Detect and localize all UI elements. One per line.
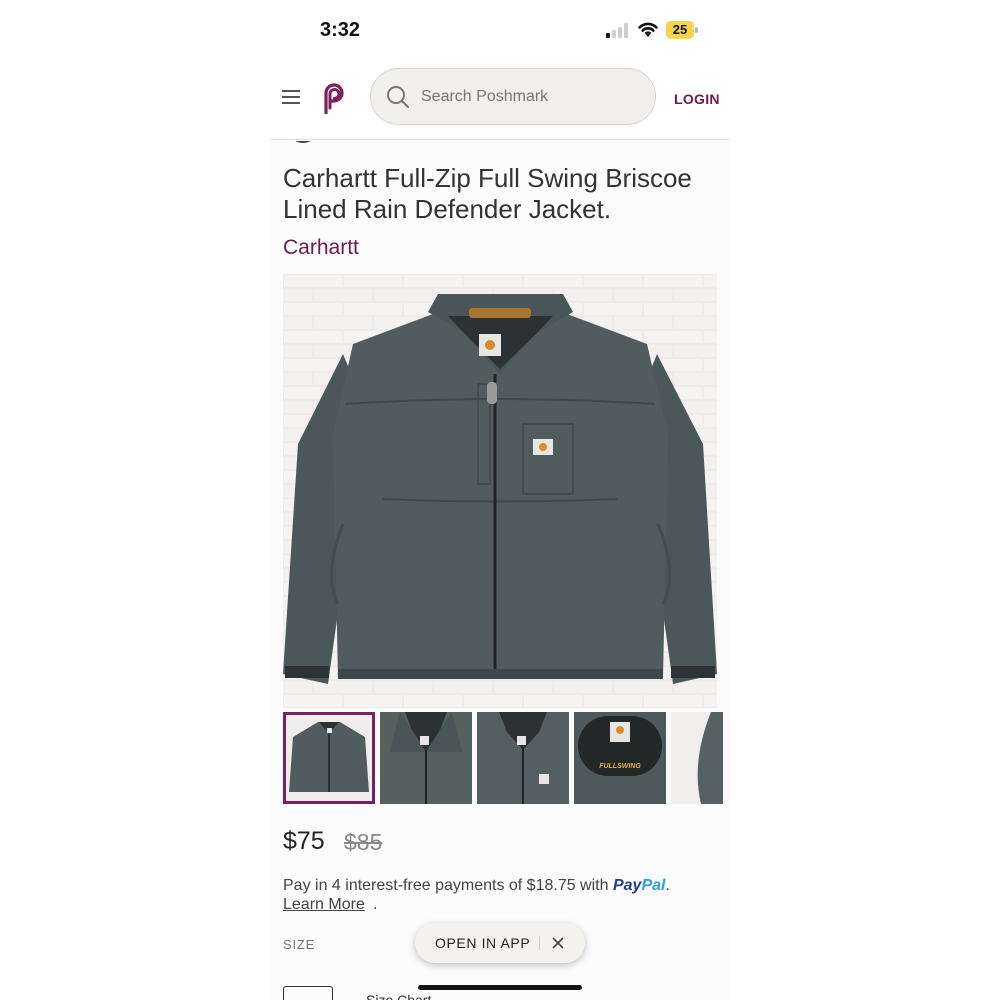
size-option[interactable] (283, 986, 333, 1000)
app-screen: 3:32 25 LOGIN Carhartt (0, 0, 1000, 1000)
installment-info: Pay in 4 interest-free payments of $18.7… (283, 877, 670, 894)
installment-text: Pay in 4 interest-free payments of $18.7… (283, 877, 609, 894)
listing-content: Carhartt Full-Zip Full Swing Briscoe Lin… (270, 141, 730, 1000)
learn-more-link[interactable]: Learn More (283, 896, 365, 914)
cellular-signal-icon (606, 23, 630, 38)
listing-title: Carhartt Full-Zip Full Swing Briscoe Lin… (283, 163, 692, 224)
photo-thumbnails: FULLSWING (283, 712, 723, 804)
seller-avatar[interactable] (288, 141, 318, 143)
original-price: $85 (344, 829, 383, 855)
search-icon (387, 86, 410, 109)
close-icon[interactable] (551, 936, 565, 950)
current-price: $75 (283, 827, 325, 855)
thumbnail-3[interactable] (477, 712, 569, 804)
poshmark-logo-icon[interactable] (320, 82, 348, 114)
hamburger-menu-icon[interactable] (282, 90, 300, 104)
thumbnail-5[interactable] (671, 712, 723, 804)
paypal-logo: PayPal (612, 877, 666, 894)
thumbnail-label-text: FULLSWING (599, 763, 641, 770)
thumbnail-4[interactable]: FULLSWING (574, 712, 666, 804)
battery-level: 25 (672, 22, 688, 37)
home-indicator[interactable] (418, 985, 582, 990)
open-in-app-button[interactable]: OPEN IN APP (435, 935, 530, 951)
open-in-app-banner[interactable]: OPEN IN APP (415, 923, 585, 963)
learn-more-period: . (373, 896, 378, 913)
thumbnail-1[interactable] (283, 712, 375, 804)
site-header: LOGIN (270, 60, 730, 140)
wifi-icon (638, 22, 658, 37)
size-chart-link[interactable]: Size Chart (366, 992, 431, 1000)
battery-icon: 25 (666, 21, 698, 39)
banner-divider (539, 936, 540, 950)
jacket-photo (283, 274, 717, 708)
search-input[interactable] (421, 83, 641, 111)
login-link[interactable]: LOGIN (674, 91, 720, 107)
size-label: SIZE (283, 937, 316, 952)
status-time: 3:32 (320, 19, 361, 41)
main-product-photo[interactable] (283, 274, 717, 708)
search-bar[interactable] (370, 68, 656, 125)
brand-link[interactable]: Carhartt (283, 236, 359, 260)
thumbnail-2[interactable] (380, 712, 472, 804)
